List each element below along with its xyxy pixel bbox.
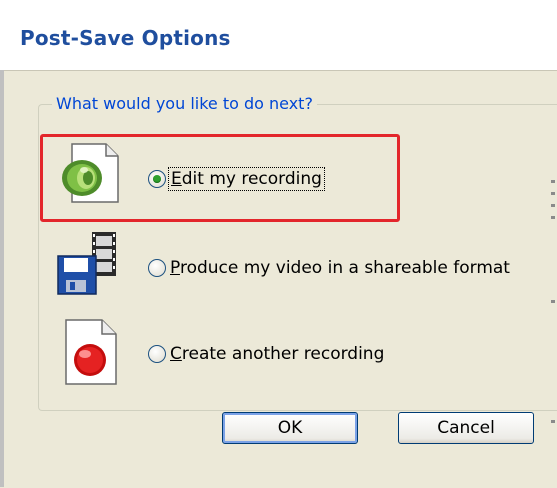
clipped-edge-marks bbox=[550, 180, 557, 440]
ok-button[interactable]: OK bbox=[222, 412, 358, 444]
produce-video-label[interactable]: Produce my video in a shareable format bbox=[170, 258, 510, 278]
left-border bbox=[0, 70, 4, 487]
selection-highlight-box bbox=[40, 134, 400, 222]
title-bar: Post-Save Options bbox=[0, 0, 557, 70]
post-save-options-dialog: Post-Save Options What would you like to… bbox=[0, 0, 557, 488]
new-recording-icon bbox=[65, 319, 117, 385]
option-create-recording[interactable]: Create another recording bbox=[148, 344, 384, 364]
dialog-title: Post-Save Options bbox=[20, 26, 231, 50]
option-produce-video[interactable]: Produce my video in a shareable format bbox=[148, 258, 510, 278]
create-recording-radio[interactable] bbox=[148, 345, 166, 363]
cancel-button[interactable]: Cancel bbox=[398, 412, 534, 444]
produce-video-icon bbox=[57, 232, 116, 295]
group-label: What would you like to do next? bbox=[52, 94, 317, 113]
produce-video-radio[interactable] bbox=[148, 259, 166, 277]
create-recording-label[interactable]: Create another recording bbox=[170, 344, 384, 364]
